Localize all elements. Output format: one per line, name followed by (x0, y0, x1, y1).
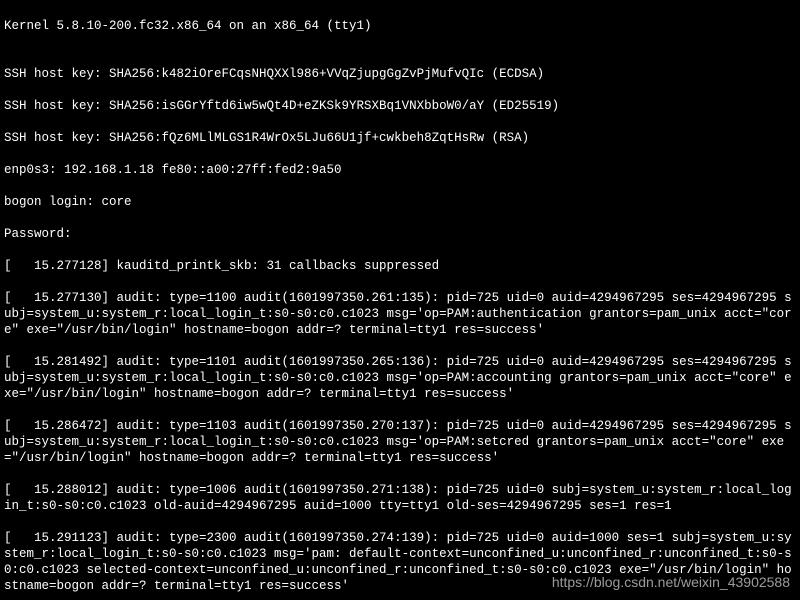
network-interface: enp0s3: 192.168.1.18 fe80::a00:27ff:fed2… (4, 162, 796, 178)
password-prompt: Password: (4, 226, 796, 242)
audit-line: [ 15.286472] audit: type=1103 audit(1601… (4, 418, 796, 466)
ssh-host-key: SSH host key: SHA256:isGGrYftd6iw5wQt4D+… (4, 98, 796, 114)
login-prompt: bogon login: core (4, 194, 796, 210)
terminal-screen[interactable]: Kernel 5.8.10-200.fc32.x86_64 on an x86_… (0, 0, 800, 600)
kernel-version: Kernel 5.8.10-200.fc32.x86_64 on an x86_… (4, 18, 796, 34)
audit-line: [ 15.277128] kauditd_printk_skb: 31 call… (4, 258, 796, 274)
ssh-host-key: SSH host key: SHA256:fQz6MLlMLGS1R4WrOx5… (4, 130, 796, 146)
ssh-host-key: SSH host key: SHA256:k482iOreFCqsNHQXXl9… (4, 66, 796, 82)
audit-line: [ 15.281492] audit: type=1101 audit(1601… (4, 354, 796, 402)
audit-line: [ 15.277130] audit: type=1100 audit(1601… (4, 290, 796, 338)
audit-line: [ 15.288012] audit: type=1006 audit(1601… (4, 482, 796, 514)
watermark: https://blog.csdn.net/weixin_43902588 (552, 574, 790, 590)
